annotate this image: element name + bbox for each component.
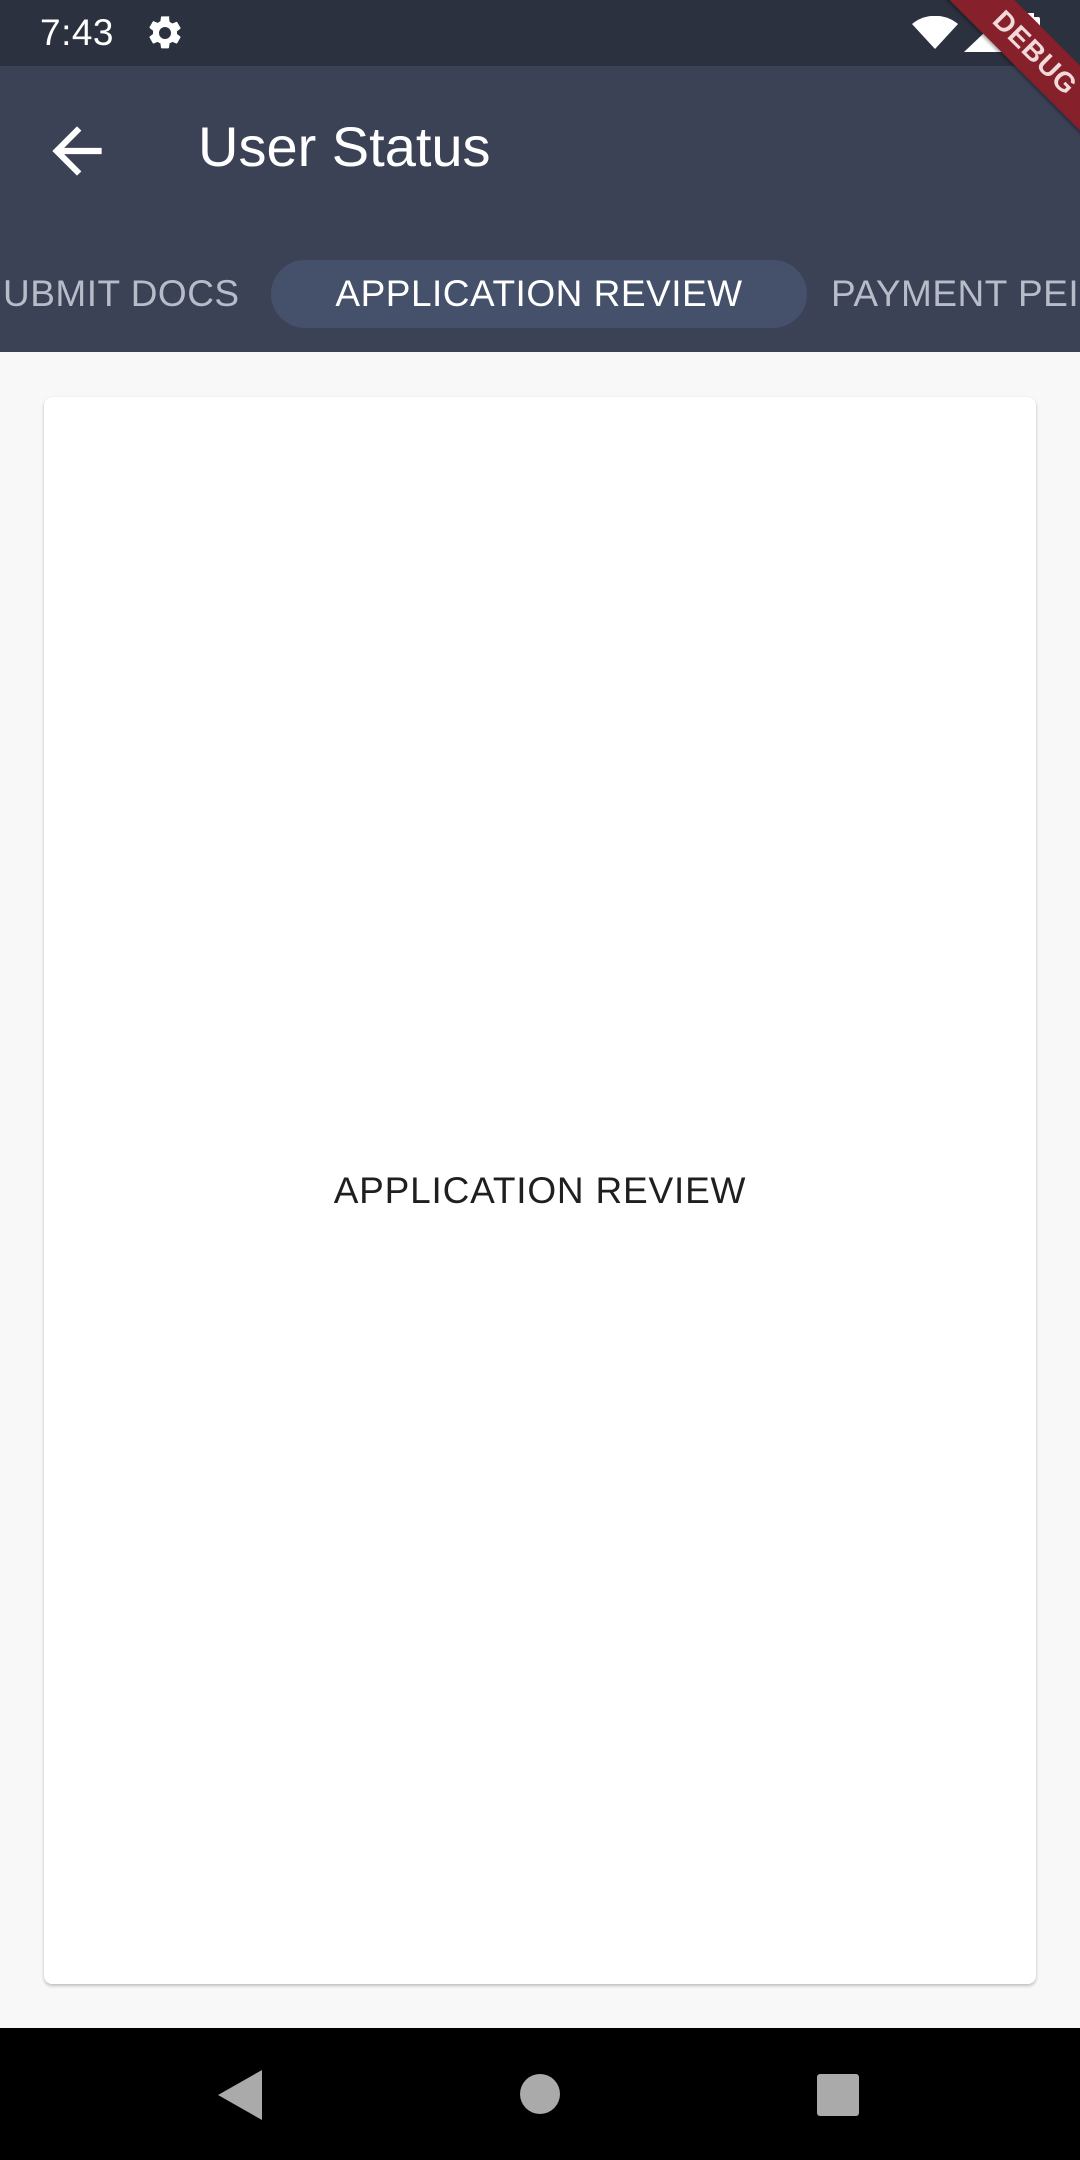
tab-application-review[interactable]: APPLICATION REVIEW xyxy=(271,260,807,328)
nav-home-icon[interactable] xyxy=(520,2074,560,2114)
tab-bar: UBMIT DOCS APPLICATION REVIEW PAYMENT PE… xyxy=(0,250,1080,352)
gear-icon xyxy=(149,16,181,49)
wifi-icon xyxy=(912,16,958,49)
screen: 7:43 User Status UBMIT DOCS APPLICATION … xyxy=(0,0,1080,2160)
page-title: User Status xyxy=(198,115,491,178)
nav-recents-icon[interactable] xyxy=(817,2074,859,2116)
content-text: APPLICATION REVIEW xyxy=(333,1169,747,1211)
status-bar: 7:43 xyxy=(0,0,1080,66)
status-time: 7:43 xyxy=(40,12,115,53)
tab-payment-pending[interactable]: PAYMENT PEI xyxy=(831,260,1079,328)
tab-submit-docs[interactable]: UBMIT DOCS xyxy=(3,260,240,328)
app-bar: User Status UBMIT DOCS APPLICATION REVIE… xyxy=(0,66,1080,352)
content-card: APPLICATION REVIEW xyxy=(44,397,1036,1984)
navigation-bar xyxy=(0,2028,1080,2160)
arrow-left-icon[interactable] xyxy=(40,114,114,188)
nav-back-icon[interactable] xyxy=(218,2070,262,2120)
